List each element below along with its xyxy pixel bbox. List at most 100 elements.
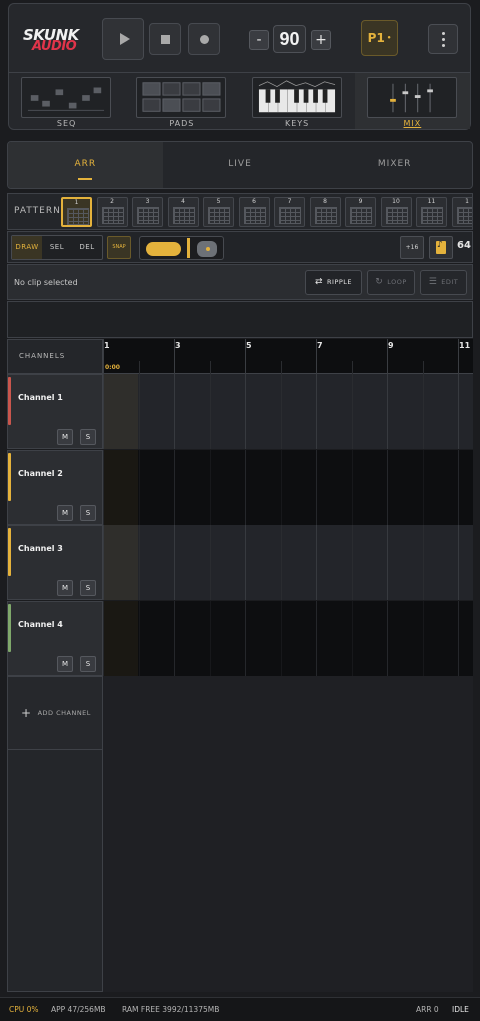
more-menu-button[interactable] bbox=[428, 24, 458, 54]
mode-keys-label: KEYS bbox=[284, 119, 310, 128]
tab-arr[interactable]: ARR bbox=[8, 142, 163, 188]
menu-dot-icon bbox=[441, 31, 445, 35]
pattern-cell[interactable]: 4 bbox=[167, 197, 199, 227]
pattern-cell[interactable]: 7 bbox=[274, 197, 305, 227]
mute-button[interactable]: M bbox=[57, 429, 73, 445]
mute-button[interactable]: M bbox=[57, 655, 73, 672]
menu-dot-icon bbox=[441, 43, 445, 47]
pattern-number: 1 bbox=[74, 199, 79, 206]
pattern-cell[interactable]: 1 bbox=[451, 197, 472, 227]
first-bar-highlight bbox=[103, 525, 138, 600]
clip-status-text: No clip selected bbox=[14, 278, 78, 287]
lane-gridline bbox=[351, 449, 353, 525]
tab-mixer[interactable]: MIXER bbox=[317, 142, 472, 188]
channel-color-stripe bbox=[8, 603, 11, 652]
select-tool-button[interactable]: SEL bbox=[42, 236, 72, 259]
channel-strip[interactable]: Channel 2 MS bbox=[7, 449, 103, 525]
bpm-display[interactable]: 90 bbox=[273, 25, 306, 53]
lane-gridline bbox=[209, 374, 211, 449]
pattern-slot-button[interactable]: P1 • bbox=[361, 20, 398, 56]
pattern-cell[interactable]: 6 bbox=[238, 197, 270, 227]
lane-gridline bbox=[245, 600, 246, 676]
mode-keys[interactable]: KEYS bbox=[240, 73, 355, 129]
timeline-ruler[interactable]: 0:00 1 3 5 7 9 11 bbox=[103, 339, 473, 374]
lane-gridline bbox=[174, 600, 175, 676]
stop-button[interactable] bbox=[149, 23, 181, 55]
lane-gridline bbox=[103, 449, 104, 525]
channel-strip[interactable]: Channel 3 MS bbox=[7, 525, 103, 600]
lane-gridline bbox=[458, 374, 459, 449]
zoom-knob[interactable] bbox=[197, 241, 217, 257]
solo-button[interactable]: S bbox=[80, 504, 96, 521]
draw-tool-button[interactable]: DRAW bbox=[12, 236, 42, 259]
logo-line2: AUDIO bbox=[32, 39, 77, 54]
channel-strip[interactable]: Channel 1 MS bbox=[7, 374, 103, 449]
lane-gridline bbox=[209, 525, 211, 600]
note-file-button[interactable] bbox=[429, 236, 453, 259]
clip-detail-strip bbox=[7, 301, 473, 338]
record-button[interactable] bbox=[188, 23, 220, 55]
channel-strip[interactable]: Channel 4 MS bbox=[7, 600, 103, 676]
app-memory: APP 47/256MB bbox=[51, 1005, 106, 1014]
zoom-slider-handle[interactable] bbox=[187, 238, 190, 258]
lane-gridline bbox=[422, 600, 424, 676]
pattern-cell[interactable]: 10 bbox=[380, 197, 412, 227]
pattern-number: 6 bbox=[252, 198, 256, 205]
bpm-increase-button[interactable]: + bbox=[311, 30, 331, 50]
channel-name: Channel 3 bbox=[18, 544, 63, 553]
pattern-cell[interactable]: 9 bbox=[345, 197, 376, 227]
pattern-cell[interactable]: 8 bbox=[309, 197, 341, 227]
bar-number: 7 bbox=[317, 341, 323, 350]
pattern-number: 8 bbox=[323, 198, 327, 205]
play-button[interactable] bbox=[102, 18, 144, 60]
mute-button[interactable]: M bbox=[57, 580, 73, 596]
add-16-steps-button[interactable]: +16 bbox=[400, 236, 424, 259]
lane-gridline bbox=[387, 374, 388, 449]
pattern-cell[interactable]: 2 bbox=[96, 197, 128, 227]
lane-gridline bbox=[422, 374, 424, 449]
seq-thumbnail bbox=[21, 77, 111, 118]
snap-button[interactable]: SNAP bbox=[107, 236, 131, 259]
mute-button[interactable]: M bbox=[57, 504, 73, 521]
solo-button[interactable]: S bbox=[80, 429, 96, 445]
pattern-number: 4 bbox=[181, 198, 185, 205]
solo-button[interactable]: S bbox=[80, 655, 96, 672]
loop-label: LOOP bbox=[387, 278, 407, 286]
skunk-audio-logo: SKUNK AUDIO bbox=[23, 26, 85, 54]
pattern-cell[interactable]: 11 bbox=[416, 197, 447, 227]
bpm-decrease-button[interactable]: - bbox=[249, 30, 269, 50]
delete-tool-button[interactable]: DEL bbox=[72, 236, 102, 259]
pattern-cell[interactable]: 1 bbox=[61, 197, 92, 227]
mode-selector: SEQ PADS KEYS MIX bbox=[9, 72, 470, 129]
tab-live[interactable]: LIVE bbox=[163, 142, 318, 188]
menu-dot-icon bbox=[441, 37, 445, 41]
playhead-timecode: 0:00 bbox=[105, 364, 120, 371]
beat-tick bbox=[351, 361, 353, 374]
mode-pads[interactable]: PADS bbox=[124, 73, 239, 129]
lane-gridline bbox=[351, 600, 353, 676]
bar-number: 3 bbox=[175, 341, 181, 350]
lane-gridline bbox=[174, 525, 175, 600]
mode-seq-label: SEQ bbox=[56, 119, 77, 128]
zoom-slider[interactable] bbox=[139, 236, 224, 260]
channel-lane[interactable] bbox=[103, 449, 473, 525]
add-channel-button[interactable]: + ADD CHANNEL bbox=[7, 676, 103, 750]
mode-seq[interactable]: SEQ bbox=[9, 73, 124, 129]
lane-gridline bbox=[351, 525, 353, 600]
lane-gridline bbox=[103, 525, 104, 600]
ripple-button[interactable]: ⇄ RIPPLE bbox=[305, 270, 362, 295]
sliders-icon: ☰ bbox=[428, 277, 438, 287]
channel-lane[interactable] bbox=[103, 374, 473, 449]
solo-button[interactable]: S bbox=[80, 580, 96, 596]
lane-gridline bbox=[245, 449, 246, 525]
pattern-cell[interactable]: 5 bbox=[203, 197, 234, 227]
channel-lane[interactable] bbox=[103, 525, 473, 600]
mode-mix[interactable]: MIX bbox=[354, 73, 470, 129]
loop-button[interactable]: ↻ LOOP bbox=[367, 270, 415, 295]
lane-gridline bbox=[458, 600, 459, 676]
lane-gridline bbox=[387, 525, 388, 600]
pattern-cell[interactable]: 3 bbox=[132, 197, 163, 227]
arrangement-area: + ADD CHANNEL Channel 1 M S Channel 2 M S Chann… bbox=[7, 374, 473, 992]
edit-button[interactable]: ☰ EDIT bbox=[420, 270, 467, 295]
channel-lane[interactable] bbox=[103, 600, 473, 676]
